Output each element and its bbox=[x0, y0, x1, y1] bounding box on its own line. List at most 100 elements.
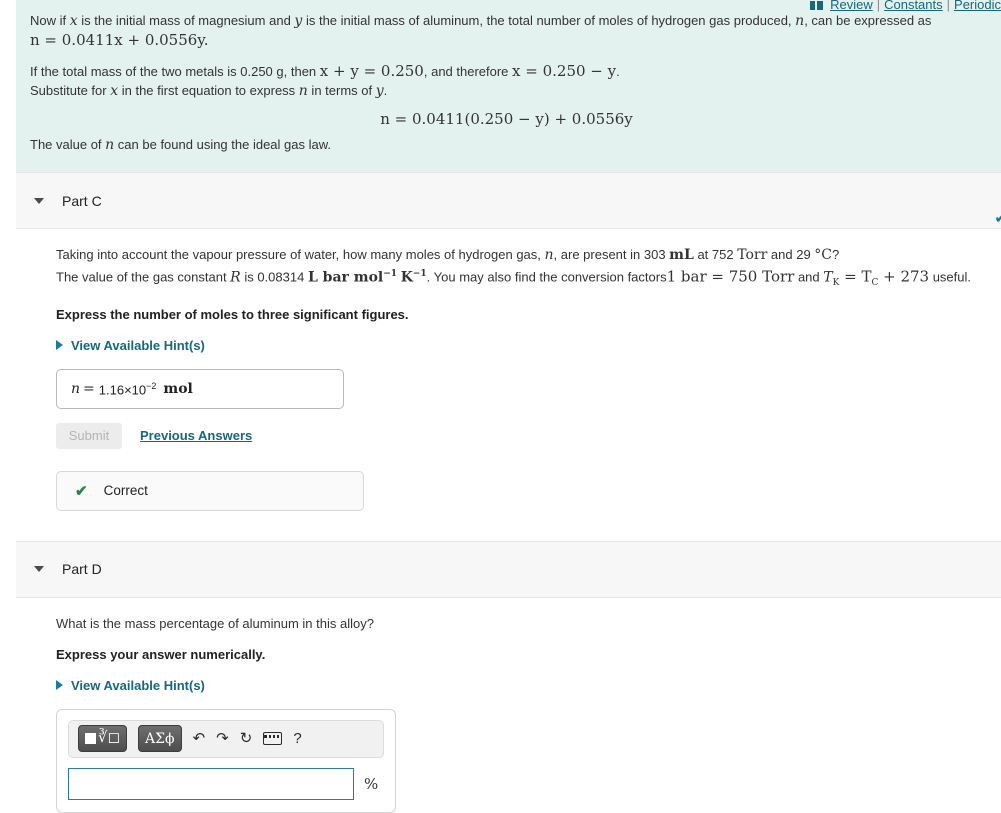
periodic-table-link[interactable]: Periodic bbox=[954, 0, 1001, 12]
part-d-input-row: % bbox=[68, 767, 384, 800]
part-d-body: What is the mass percentage of aluminum … bbox=[16, 597, 1001, 813]
reset-icon[interactable]: ↻ bbox=[240, 731, 253, 746]
part-c-body: Taking into account the vapour pressure … bbox=[16, 229, 1001, 511]
part-d-answer-input[interactable] bbox=[68, 767, 354, 800]
part-d-instruction: Express your answer numerically. bbox=[56, 646, 266, 662]
var-n: n bbox=[795, 13, 805, 29]
check-icon: ✔ bbox=[75, 482, 88, 500]
pc-sup-2: −1 bbox=[412, 269, 427, 279]
intro-paragraph-2: If the total mass of the two metals is 0… bbox=[30, 63, 983, 80]
part-c-hints-label: View Available Hint(s) bbox=[71, 337, 205, 353]
pc-conv2-rest: = T bbox=[839, 267, 872, 286]
part-c-feedback-label: Correct bbox=[103, 483, 148, 499]
caret-down-icon[interactable] bbox=[34, 197, 44, 204]
part-c-answer-box[interactable]: n = 1.16×10−2 mol bbox=[56, 368, 344, 409]
pc-units-lbarmol: L bar mol bbox=[307, 269, 384, 286]
intro-text-1: Now if bbox=[30, 13, 70, 28]
part-c-header[interactable]: Part C ✔ bbox=[16, 172, 1001, 229]
intro-equation-1: n = 0.0411x + 0.0556y. bbox=[30, 31, 209, 49]
greek-symbols-button[interactable]: ΑΣϕ bbox=[138, 725, 182, 753]
intro-text-4: , can be expressed as bbox=[804, 13, 932, 28]
var-n-2: n bbox=[298, 83, 308, 99]
pc-text-7: is 0.08314 bbox=[240, 269, 308, 285]
part-d-header[interactable]: Part D bbox=[16, 540, 1001, 598]
pc-var-R: R bbox=[230, 269, 241, 286]
math-template-button[interactable]: ∛◻ bbox=[78, 725, 128, 753]
intro-text-8: Substitute for bbox=[30, 83, 111, 98]
part-c-previous-answers-link[interactable]: Previous Answers bbox=[140, 428, 252, 443]
part-c-answer-mantissa: 1.16×10 bbox=[98, 382, 147, 398]
var-y-2: y bbox=[375, 83, 384, 99]
pc-text-8: . You may also find the conversion facto… bbox=[426, 269, 667, 285]
intro-text-2: is the initial mass of magnesium and bbox=[77, 13, 295, 28]
part-c-hints-toggle[interactable]: View Available Hint(s) bbox=[56, 338, 205, 353]
redo-icon[interactable]: ↷ bbox=[216, 731, 229, 746]
part-c-status-check-icon: ✔ bbox=[994, 210, 1001, 227]
pc-text-10: useful. bbox=[929, 269, 972, 285]
intro-text-10: in terms of bbox=[307, 83, 376, 98]
solution-hint-block: Now if x is the initial mass of magnesiu… bbox=[16, 0, 1001, 172]
pc-unit-K: K bbox=[400, 269, 413, 286]
pc-text-5: ? bbox=[832, 247, 840, 262]
pc-unit-torr: Torr bbox=[737, 247, 768, 263]
part-c-answer-exponent: −2 bbox=[146, 380, 157, 391]
pc-text-3: at 752 bbox=[693, 247, 738, 262]
var-n-3: n bbox=[105, 137, 115, 153]
pc-text-4: and 29 bbox=[767, 247, 815, 262]
grid-icon bbox=[810, 0, 824, 10]
constants-link[interactable]: Constants bbox=[884, 0, 943, 12]
undo-icon[interactable]: ↶ bbox=[193, 731, 206, 746]
intro-paragraph-4: The value of n can be found using the id… bbox=[30, 136, 983, 154]
part-c-instruction: Express the number of moles to three sig… bbox=[56, 306, 409, 322]
white-square-icon bbox=[85, 733, 96, 745]
caret-right-icon bbox=[56, 680, 63, 691]
link-separator-1: | bbox=[876, 0, 881, 12]
caret-right-icon bbox=[56, 340, 63, 351]
intro-equation-3: x = 0.250 − y bbox=[512, 62, 617, 80]
part-d-hints-label: View Available Hint(s) bbox=[71, 677, 205, 693]
intro-paragraph-1: Now if x is the initial mass of magnesiu… bbox=[30, 12, 983, 30]
greek-letters-icon: ΑΣϕ bbox=[145, 730, 175, 747]
intro-text-3: is the initial mass of aluminum, the tot… bbox=[302, 13, 796, 28]
caret-down-icon[interactable] bbox=[34, 566, 44, 573]
intro-text-6: , and therefore bbox=[423, 64, 513, 79]
intro-centered-equation-wrap: n = 0.0411(0.250 − y) + 0.0556y bbox=[30, 110, 983, 128]
intro-text-12: The value of bbox=[30, 137, 106, 152]
var-x-2: x bbox=[110, 83, 119, 99]
part-c-question-line-2: The value of the gas constant R is 0.083… bbox=[56, 265, 1001, 293]
part-c-question-line-1: Taking into account the vapour pressure … bbox=[56, 245, 1001, 265]
part-c-answer-value: 1.16×10−2 bbox=[99, 381, 157, 397]
part-c-button-row: Submit Previous Answers bbox=[56, 422, 1001, 449]
var-x: x bbox=[69, 13, 78, 29]
review-link[interactable]: Review bbox=[830, 0, 873, 12]
assignment-page: Review | Constants | Periodic Now if x i… bbox=[0, 0, 1001, 813]
part-c-submit-button[interactable]: Submit bbox=[56, 422, 122, 449]
part-d-question: What is the mass percentage of aluminum … bbox=[56, 615, 374, 631]
part-d-hints-toggle[interactable]: View Available Hint(s) bbox=[56, 678, 205, 693]
part-d-unit-suffix: % bbox=[364, 774, 379, 793]
intro-centered-equation: n = 0.0411(0.250 − y) + 0.0556y bbox=[380, 110, 633, 128]
part-d-math-toolbar: ∛◻ ΑΣϕ ↶ ↷ ↻ ? bbox=[68, 719, 384, 758]
keyboard-icon[interactable] bbox=[263, 732, 283, 746]
part-d-title: Part D bbox=[62, 561, 102, 578]
nth-root-icon: ∛◻ bbox=[98, 728, 121, 747]
intro-text-11: . bbox=[383, 83, 388, 98]
part-c-title: Part C bbox=[62, 192, 102, 209]
pc-unit-ml: mL bbox=[669, 247, 694, 263]
pc-sup-1: −1 bbox=[383, 269, 398, 279]
top-utility-links: Review | Constants | Periodic bbox=[810, 0, 1001, 13]
pc-text-2: , are present in 303 bbox=[553, 247, 670, 262]
help-icon[interactable]: ? bbox=[293, 731, 301, 746]
part-c-answer-unit: mol bbox=[163, 380, 193, 397]
intro-equation-2: x + y = 0.250 bbox=[319, 62, 424, 80]
pc-text-6: The value of the gas constant bbox=[56, 269, 231, 285]
intro-text-9: in the first equation to express bbox=[118, 83, 299, 98]
intro-text-13: can be found using the ideal gas law. bbox=[114, 137, 332, 152]
part-c-answer-variable: n bbox=[71, 380, 81, 397]
pc-unit-degc: °C bbox=[814, 247, 833, 263]
pc-text-1: Taking into account the vapour pressure … bbox=[56, 247, 545, 262]
pc-conversion-1: 1 bar = 750 Torr bbox=[666, 267, 795, 286]
intro-text-5: If the total mass of the two metals is 0… bbox=[30, 64, 320, 79]
part-c-feedback-box: ✔ Correct bbox=[56, 470, 364, 511]
